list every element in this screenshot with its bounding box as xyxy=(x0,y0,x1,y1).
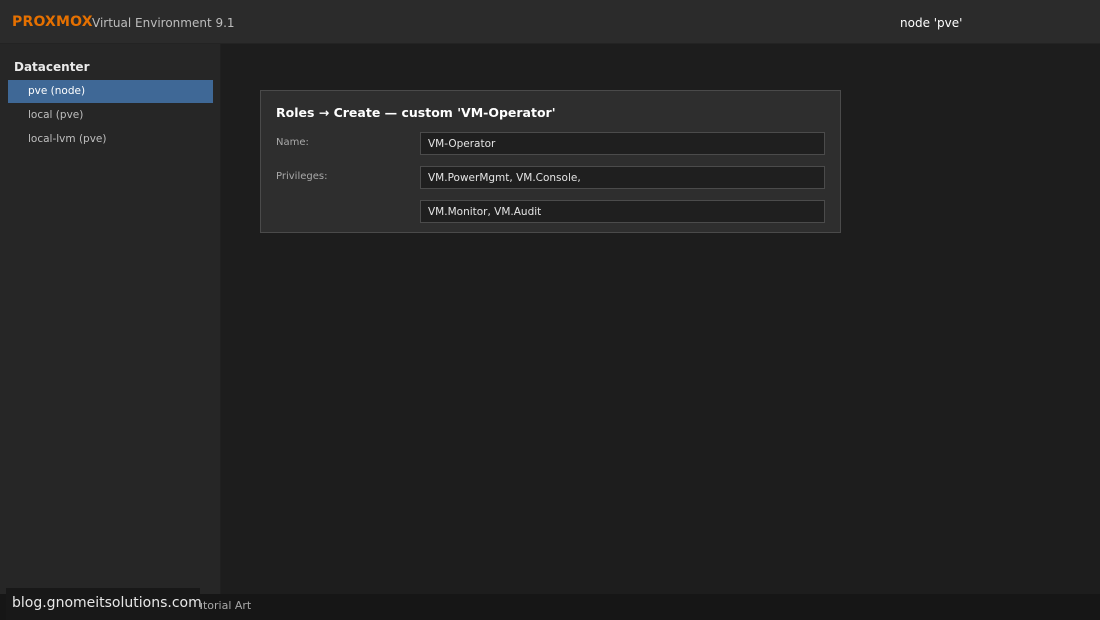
tree-item-local[interactable]: local (pve) xyxy=(8,104,213,127)
tree-title-datacenter[interactable]: Datacenter xyxy=(14,60,89,74)
node-label: node 'pve' xyxy=(900,16,963,30)
watermark: blog.gnomeitsolutions.com xyxy=(6,588,202,620)
create-role-dialog: Roles → Create — custom 'VM-Operator' Na… xyxy=(260,90,841,233)
tree-item-pve-node[interactable]: pve (node) xyxy=(8,80,213,103)
tree-list: pve (node) local (pve) local-lvm (pve) xyxy=(8,80,213,152)
privileges-field-2[interactable] xyxy=(420,200,825,223)
resource-tree: Datacenter pve (node) local (pve) local-… xyxy=(0,44,221,594)
proxmox-logo: PROXMOX xyxy=(12,14,93,30)
privileges-field-1[interactable] xyxy=(420,166,825,189)
tree-item-local-lvm[interactable]: local-lvm (pve) xyxy=(8,128,213,151)
footer-text: utorial Art xyxy=(196,599,252,612)
dialog-title: Roles → Create — custom 'VM-Operator' xyxy=(276,105,556,120)
role-name-input[interactable] xyxy=(420,132,825,155)
product-version: Virtual Environment 9.1 xyxy=(92,16,235,30)
top-bar: PROXMOX Virtual Environment 9.1 node 'pv… xyxy=(0,0,1100,44)
name-label: Name: xyxy=(276,137,309,148)
watermark-text: blog.gnomeitsolutions.com xyxy=(12,595,202,611)
main-content: Roles → Create — custom 'VM-Operator' Na… xyxy=(221,44,1100,594)
privileges-label: Privileges: xyxy=(276,171,328,182)
